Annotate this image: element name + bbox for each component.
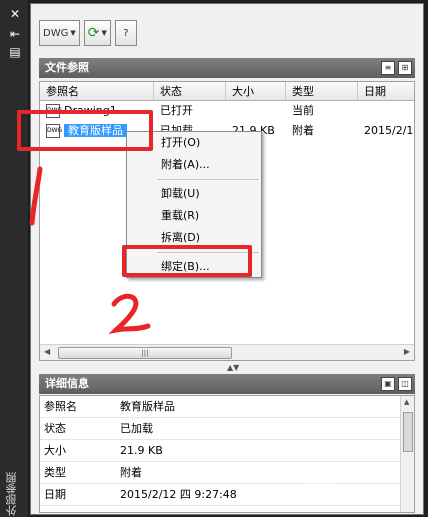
dwg-file-icon: DWG [43, 27, 69, 39]
ref-type: 当前 [292, 104, 314, 117]
palette-side-strip: ✕ ⇤ ▤ 外部参照 [0, 0, 28, 517]
help-icon: ? [123, 27, 129, 39]
column-header-name[interactable]: 参照名 [40, 82, 154, 100]
ref-date [358, 101, 414, 121]
detail-label: 参照名 [44, 400, 77, 413]
menu-item-unload[interactable]: 卸载(U) [127, 183, 261, 205]
detail-value: 21.9 KB [120, 444, 163, 457]
detail-value: 已加载 [120, 422, 153, 435]
attach-dwg-button[interactable]: DWG ▼ [39, 20, 80, 46]
detail-label: 日期 [44, 488, 66, 501]
column-header-size[interactable]: 大小 [226, 82, 286, 100]
ref-date: 2015/2/1 [364, 124, 414, 137]
detail-label: 大小 [44, 444, 66, 457]
menu-item-reload[interactable]: 重载(R) [127, 205, 261, 227]
ref-type: 附着 [292, 124, 314, 137]
menu-item-attach[interactable]: 附着(A)... [127, 154, 261, 176]
detail-row: 参照名 教育版样品 [40, 396, 414, 418]
pin-icon[interactable]: ⇤ [8, 28, 22, 40]
scrollbar-thumb[interactable] [403, 412, 413, 452]
details-title: 详细信息 [45, 377, 89, 390]
watermark: Baidu 经验 [300, 474, 368, 489]
ref-status: 已打开 [160, 104, 193, 117]
vertical-scrollbar[interactable]: ▲ [400, 396, 414, 512]
details-header: 详细信息 ▣ ◫ [39, 374, 415, 394]
properties-menu-icon[interactable]: ▤ [8, 46, 22, 58]
highlight-selected-ref [17, 110, 153, 151]
column-header-date[interactable]: 日期 [358, 82, 414, 100]
detail-row: 大小 21.9 KB [40, 440, 414, 462]
scroll-up-icon[interactable]: ▲ [404, 398, 409, 406]
menu-separator [157, 179, 259, 180]
refresh-button[interactable]: ⟳ ▼ [83, 20, 111, 46]
panel-splitter-icon[interactable]: ▲▼ [227, 363, 239, 372]
details-view-icon[interactable]: ▣ [381, 377, 395, 391]
file-references-header: 文件参照 ≡ ⊞ [39, 58, 415, 78]
refresh-icon: ⟳ [87, 25, 100, 41]
details-panel: 参照名 教育版样品 状态 已加载 大小 21.9 KB 类型 附着 日期 201… [39, 395, 415, 513]
palette-title: 外部参照 [5, 472, 18, 516]
detail-label: 状态 [44, 422, 66, 435]
horizontal-scrollbar[interactable]: ◀ ||| ▶ [40, 344, 414, 360]
step-2-mark [108, 293, 151, 335]
detail-value: 附着 [120, 466, 142, 479]
tree-view-icon[interactable]: ⊞ [398, 61, 412, 75]
preview-view-icon[interactable]: ◫ [398, 377, 412, 391]
detail-label: 类型 [44, 466, 66, 479]
help-button[interactable]: ? [114, 20, 137, 46]
scroll-left-icon[interactable]: ◀ [44, 347, 50, 356]
toolbar: DWG ▼ ⟳ ▼ ? [39, 20, 137, 48]
chevron-down-icon: ▼ [70, 29, 76, 37]
detail-value: 教育版样品 [120, 400, 175, 413]
ref-size [226, 101, 286, 121]
detail-row: 状态 已加载 [40, 418, 414, 440]
list-view-icon[interactable]: ≡ [381, 61, 395, 75]
file-references-title: 文件参照 [45, 61, 89, 74]
chevron-down-icon: ▼ [101, 29, 107, 37]
column-header-status[interactable]: 状态 [154, 82, 226, 100]
column-header-type[interactable]: 类型 [286, 82, 358, 100]
highlight-bind-item [122, 245, 252, 277]
list-header: 参照名 状态 大小 类型 日期 [40, 82, 414, 101]
close-icon[interactable]: ✕ [8, 8, 22, 20]
detail-value: 2015/2/12 四 9:27:48 [120, 488, 237, 501]
step-1-mark [29, 166, 43, 226]
scroll-right-icon[interactable]: ▶ [404, 347, 410, 356]
scrollbar-thumb[interactable]: ||| [58, 347, 232, 359]
